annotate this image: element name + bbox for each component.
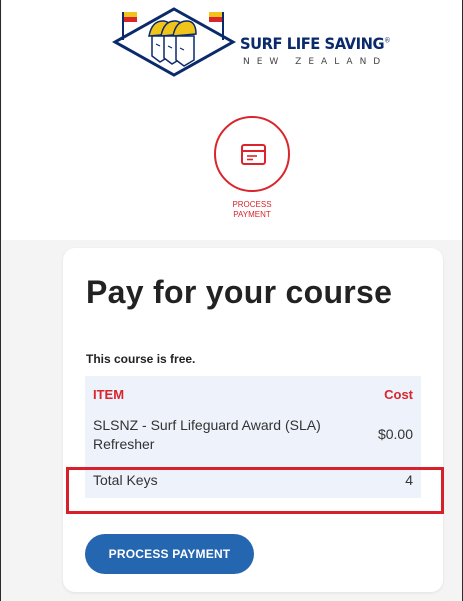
- process-payment-button[interactable]: PROCESS PAYMENT: [85, 534, 254, 574]
- total-row-highlight: [66, 467, 444, 514]
- slsnz-logo: SURF LIFE SAVING® NEW ZEALAND: [112, 6, 390, 77]
- column-header-cost: Cost: [384, 387, 413, 402]
- step-indicator-process-payment: [214, 116, 290, 192]
- brand-country: NEW ZEALAND: [243, 57, 388, 67]
- payment-card-icon: [241, 144, 266, 165]
- course-name: SLSNZ - Surf Lifeguard Award (SLA) Refre…: [93, 417, 321, 452]
- free-course-note: This course is free.: [86, 352, 196, 366]
- table-row: SLSNZ - Surf Lifeguard Award (SLA) Refre…: [85, 410, 421, 462]
- payment-card: Pay for your course This course is free.…: [63, 248, 443, 592]
- registered-mark: ®: [384, 36, 391, 45]
- brand-name: SURF LIFE SAVING: [240, 34, 385, 53]
- step-label: PROCESS PAYMENT: [232, 200, 272, 219]
- table-header-row: ITEM Cost: [85, 376, 421, 410]
- lifeguards-diamond-emblem: [112, 7, 236, 77]
- column-header-item: ITEM: [93, 387, 125, 402]
- page-title: Pay for your course: [86, 274, 393, 310]
- course-cost: $0.00: [377, 426, 413, 442]
